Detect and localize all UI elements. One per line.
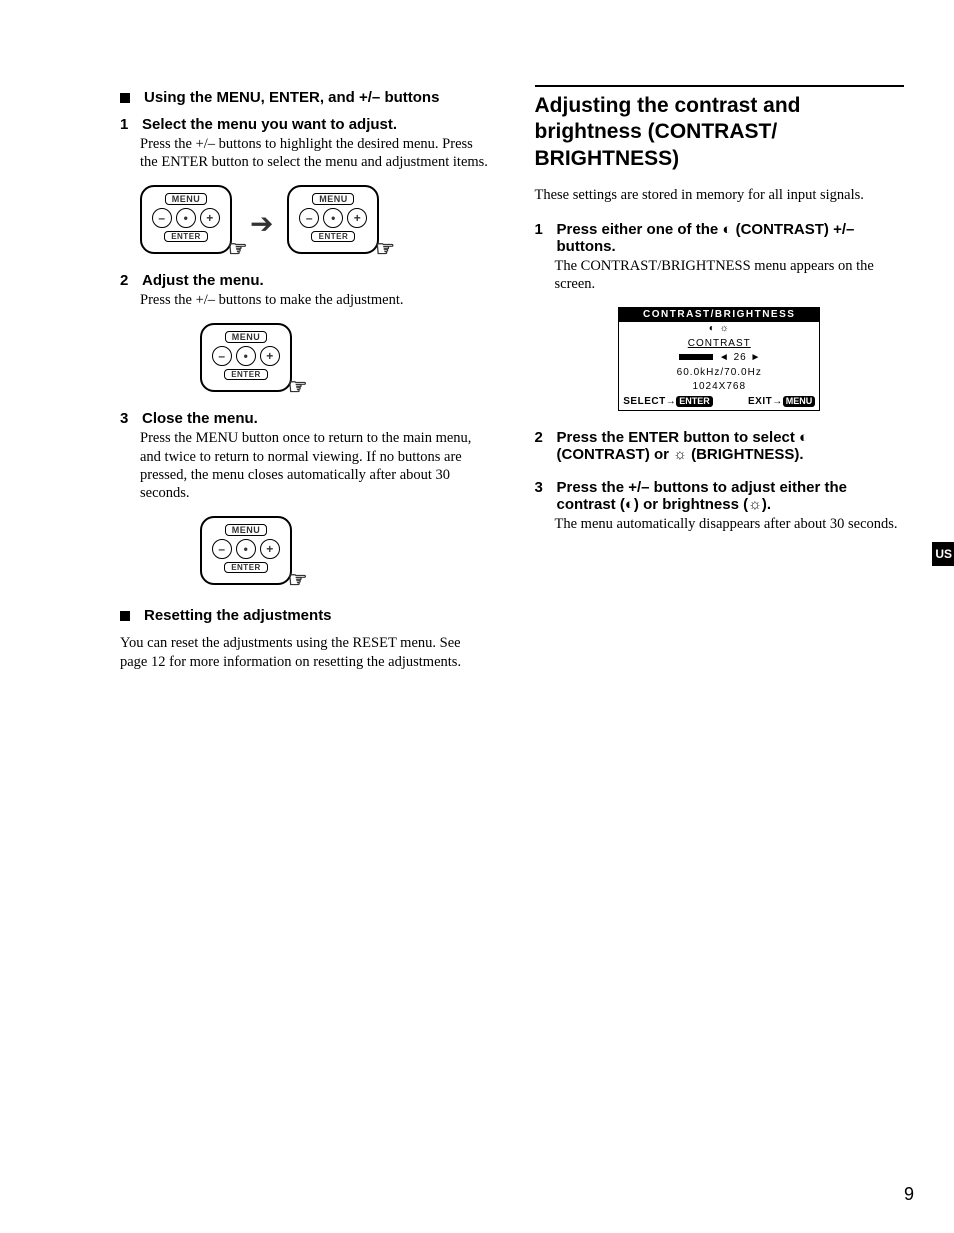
step-title: Select the menu you want to adjust.: [142, 116, 490, 133]
osd-title: CONTRAST/BRIGHTNESS: [619, 308, 819, 323]
right-step1: 1 Press either one of the ◐ (CONTRAST) +…: [535, 221, 905, 255]
left-step2: 2 Adjust the menu.: [120, 272, 490, 289]
osd-value: 26: [734, 352, 747, 363]
plus-button-icon: +: [200, 208, 220, 228]
right-column: Adjusting the contrast and brightness (C…: [535, 85, 905, 688]
illustration-step3: MENU – • + ENTER ☞: [200, 516, 490, 585]
left-step3: 3 Close the menu.: [120, 410, 490, 427]
arrow-right-icon: ►: [750, 352, 761, 363]
right-step3: 3 Press the +/– buttons to adjust either…: [535, 479, 905, 513]
subhead-text: Using the MENU, ENTER, and +/– buttons: [144, 89, 439, 106]
section-intro: These settings are stored in memory for …: [535, 186, 905, 205]
osd-label: CONTRAST: [619, 337, 819, 352]
section-heading: Adjusting the contrast and brightness (C…: [535, 93, 905, 172]
right-step2: 2 Press the ENTER button to select ◐ (CO…: [535, 429, 905, 463]
osd-res: 1024X768: [619, 380, 819, 395]
menu-tag-icon: MENU: [783, 396, 816, 407]
arrow-right-icon: ➔: [250, 207, 273, 241]
arrow-left-icon: ◄: [719, 352, 730, 363]
center-button-icon: •: [176, 208, 196, 228]
left-column: Using the MENU, ENTER, and +/– buttons 1…: [120, 85, 490, 688]
control-panel-icon: MENU – • + ENTER ☞: [200, 323, 292, 392]
hand-pointer-icon: ☞: [375, 236, 395, 262]
minus-button-icon: –: [152, 208, 172, 228]
osd-value-row: ◄ 26 ►: [619, 351, 819, 366]
hand-pointer-icon: ☞: [288, 374, 308, 400]
osd-freq: 60.0kHz/70.0Hz: [619, 366, 819, 381]
osd-footer: SELECT→ENTER EXIT→MENU: [619, 395, 819, 411]
step-body: Press the +/– buttons to highlight the d…: [140, 135, 490, 171]
bar-icon: [679, 354, 713, 360]
illustration-step2: MENU – • + ENTER ☞: [200, 323, 490, 392]
osd-screenshot: CONTRAST/BRIGHTNESS ◐ ☼ CONTRAST ◄ 26 ► …: [618, 307, 820, 412]
illustration-step1: MENU – • + ENTER ☞ ➔ MENU – • +: [140, 185, 490, 254]
osd-icons: ◐ ☼: [619, 322, 819, 337]
bullet-icon: [120, 611, 130, 621]
control-panel-icon: MENU – • + ENTER ☞: [287, 185, 379, 254]
hand-pointer-icon: ☞: [228, 236, 248, 262]
subhead-using-menu: Using the MENU, ENTER, and +/– buttons: [120, 89, 490, 106]
rule-icon: [535, 85, 905, 87]
subhead-resetting: Resetting the adjustments: [120, 607, 490, 624]
control-panel-icon: MENU – • + ENTER ☞: [200, 516, 292, 585]
reset-body: You can reset the adjustments using the …: [120, 634, 490, 672]
bullet-icon: [120, 93, 130, 103]
edge-tab: US: [932, 542, 954, 566]
step-number: 1: [120, 116, 134, 133]
control-panel-icon: MENU – • + ENTER ☞: [140, 185, 232, 254]
page-number: 9: [904, 1184, 914, 1205]
enter-tag-icon: ENTER: [676, 396, 713, 407]
hand-pointer-icon: ☞: [288, 567, 308, 593]
left-step1: 1 Select the menu you want to adjust.: [120, 116, 490, 133]
